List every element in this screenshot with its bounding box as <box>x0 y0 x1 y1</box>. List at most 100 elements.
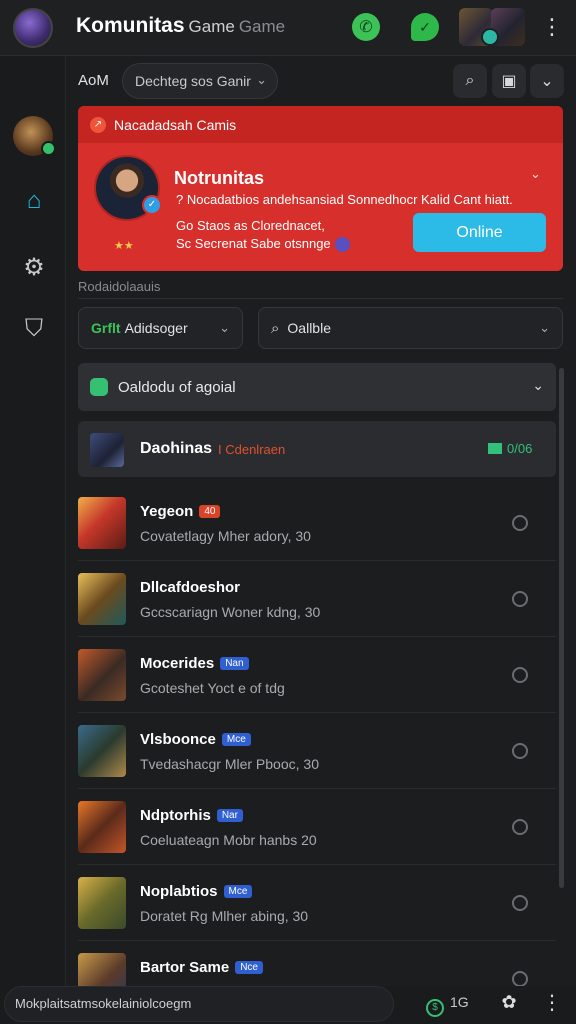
item-name: Ndptorhis Nar <box>140 807 243 824</box>
section-divider <box>78 298 563 299</box>
collapse-icon[interactable]: ⌄ <box>530 166 541 182</box>
online-button[interactable]: Online <box>413 213 546 252</box>
app-subtitle-secondary: Game <box>238 17 286 36</box>
item-name: Bartor Same Nce <box>140 959 263 976</box>
availability-dropdown[interactable]: ⌕ Oallble ⌄ <box>258 307 563 349</box>
chevron-down-icon: ⌄ <box>539 320 550 335</box>
view-toggle-button[interactable]: ▣ <box>492 64 526 98</box>
list-icon <box>488 443 502 454</box>
item-name-text: Yegeon <box>140 503 194 520</box>
notification-card: ↗ Nacadadsah Camis ✓ ★★ Notrunitas ⌄ ? N… <box>78 106 563 271</box>
search-icon: ⌕ <box>271 319 280 337</box>
select-radio[interactable] <box>512 895 528 911</box>
gear-icon[interactable]: ⚙ <box>19 252 49 282</box>
expand-button[interactable]: ⌄ <box>530 64 564 98</box>
featured-item[interactable]: Daohinas I Cdenlraen 0/06 <box>78 421 556 477</box>
rail-profile-avatar[interactable] <box>13 116 56 156</box>
item-subtitle: Doratet Rg Mlher abing, 30 <box>140 908 309 924</box>
side-rail: ⌂ ⚙ ⛉ <box>0 56 66 986</box>
list-item[interactable]: Ndptorhis Nar Coeluateagn Mobr hanbs 20 <box>78 789 556 865</box>
whatsapp-icon[interactable]: ✆ <box>352 13 380 41</box>
coin-count-text: 1G <box>450 994 469 1010</box>
item-name-text: Dllcafdoeshor <box>140 579 241 596</box>
item-name-text: Mocerides <box>140 655 215 672</box>
notification-detail-1: Go Staos as Clorednacet, <box>176 218 325 233</box>
notification-message: ? Nocadatbios andehsansiad Sonnedhocr Ka… <box>176 192 513 207</box>
coin-count[interactable]: $1G <box>426 994 469 1017</box>
game-thumbnails[interactable] <box>459 8 525 46</box>
item-name: Noplabtios Mce <box>140 883 253 900</box>
group-header[interactable]: Oaldodu of agoial ⌄ <box>78 363 556 411</box>
online-status-dot <box>41 141 56 156</box>
group-icon <box>90 378 108 396</box>
availability-value: Oallble <box>287 320 331 336</box>
flower-icon[interactable]: ✿ <box>497 992 521 1016</box>
bottom-bar: Mokplaitsatmsokelainiolcoegm $1G ✿ ⋮ <box>0 986 576 1024</box>
chevron-down-icon: ⌄ <box>532 377 544 393</box>
select-radio[interactable] <box>512 667 528 683</box>
item-name-text: Bartor Same <box>140 959 230 976</box>
category-dropdown[interactable]: Grflt Adidsoger ⌄ <box>78 307 243 349</box>
select-radio[interactable] <box>512 591 528 607</box>
user-avatar[interactable] <box>13 8 53 48</box>
item-name: Dllcafdoeshor <box>140 579 240 596</box>
item-name-text: Ndptorhis <box>140 807 211 824</box>
notification-detail-2-text: Sc Secrenat Sabe otsnnge <box>176 236 331 251</box>
filter-select[interactable]: Dechteg sos Ganir ⌄ <box>122 63 278 99</box>
shield-icon[interactable]: ⛉ <box>19 314 49 344</box>
item-name: Vlsboonce Mce <box>140 731 251 748</box>
community-list: Yegeon 40 Covatetlagy Mher adory, 30 Dllcaf… <box>78 485 556 1017</box>
list-item[interactable]: Yegeon 40 Covatetlagy Mher adory, 30 <box>78 485 556 561</box>
chat-bubble-icon[interactable]: ✓ <box>411 13 439 41</box>
filter-label: AoM <box>78 72 109 89</box>
filter-select-value: Dechteg sos Ganir <box>135 73 251 89</box>
item-subtitle: Coeluateagn Mobr hanbs 20 <box>140 832 317 848</box>
item-name: Yegeon 40 <box>140 503 221 520</box>
notification-detail-2: Sc Secrenat Sabe otsnnge <box>176 236 350 253</box>
notification-avatar[interactable]: ✓ <box>94 155 162 221</box>
list-item[interactable]: Dllcafdoeshor Gccscariagn Woner kdng, 30 <box>78 561 556 637</box>
item-badge: Nar <box>216 809 243 822</box>
item-subtitle: Tvedashacgr Mler Pbooc, 30 <box>140 756 319 772</box>
featured-count: 0/06 <box>488 441 532 456</box>
select-radio[interactable] <box>512 971 528 987</box>
notification-header: ↗ Nacadadsah Camis <box>78 106 563 143</box>
app-subtitle: Game <box>188 17 235 36</box>
chevron-down-icon: ⌄ <box>256 72 267 87</box>
item-badge: Mce <box>221 733 251 746</box>
rating-stars: ★★ <box>114 240 134 252</box>
game-thumbnail <box>78 649 126 701</box>
item-name-text: Vlsboonce <box>140 731 216 748</box>
scrollbar[interactable] <box>559 368 564 888</box>
verified-badge-icon <box>481 28 499 46</box>
more-menu-icon[interactable]: ⋮ <box>542 990 562 1015</box>
game-thumbnail <box>78 801 126 853</box>
notification-icon: ↗ <box>90 116 106 133</box>
game-thumbnail <box>78 573 126 625</box>
more-menu-icon[interactable]: ⋮ <box>540 14 564 42</box>
search-button[interactable]: ⌕ <box>453 64 487 98</box>
featured-tag: I Cdenlraen <box>218 442 286 457</box>
list-item[interactable]: Noplabtios Mce Doratet Rg Mlher abing, 30 <box>78 865 556 941</box>
item-badge: Nan <box>220 657 249 670</box>
message-input[interactable]: Mokplaitsatmsokelainiolcoegm <box>4 986 394 1022</box>
select-radio[interactable] <box>512 743 528 759</box>
select-radio[interactable] <box>512 819 528 835</box>
item-subtitle: Gccscariagn Woner kdng, 30 <box>140 604 321 620</box>
category-prefix: Grflt <box>91 320 121 336</box>
item-name: Mocerides Nan <box>140 655 249 672</box>
featured-name: Daohinas <box>140 440 213 457</box>
group-label: Oaldodu of agoial <box>118 378 236 396</box>
featured-thumb <box>90 433 124 467</box>
item-badge: Nce <box>235 961 263 974</box>
app-title: Komunitas Game Game <box>76 14 285 38</box>
game-thumbnail <box>78 497 126 549</box>
item-subtitle: Gcoteshet Yoct e of tdg <box>140 680 285 696</box>
game-thumbnail <box>78 877 126 929</box>
list-item[interactable]: Vlsboonce Mce Tvedashacgr Mler Pbooc, 30 <box>78 713 556 789</box>
top-bar: Komunitas Game Game ✆ ✓ ⋮ <box>0 0 576 56</box>
list-item[interactable]: Mocerides Nan Gcoteshet Yoct e of tdg <box>78 637 556 713</box>
item-badge: Mce <box>223 885 253 898</box>
home-icon[interactable]: ⌂ <box>19 186 49 216</box>
select-radio[interactable] <box>512 515 528 531</box>
